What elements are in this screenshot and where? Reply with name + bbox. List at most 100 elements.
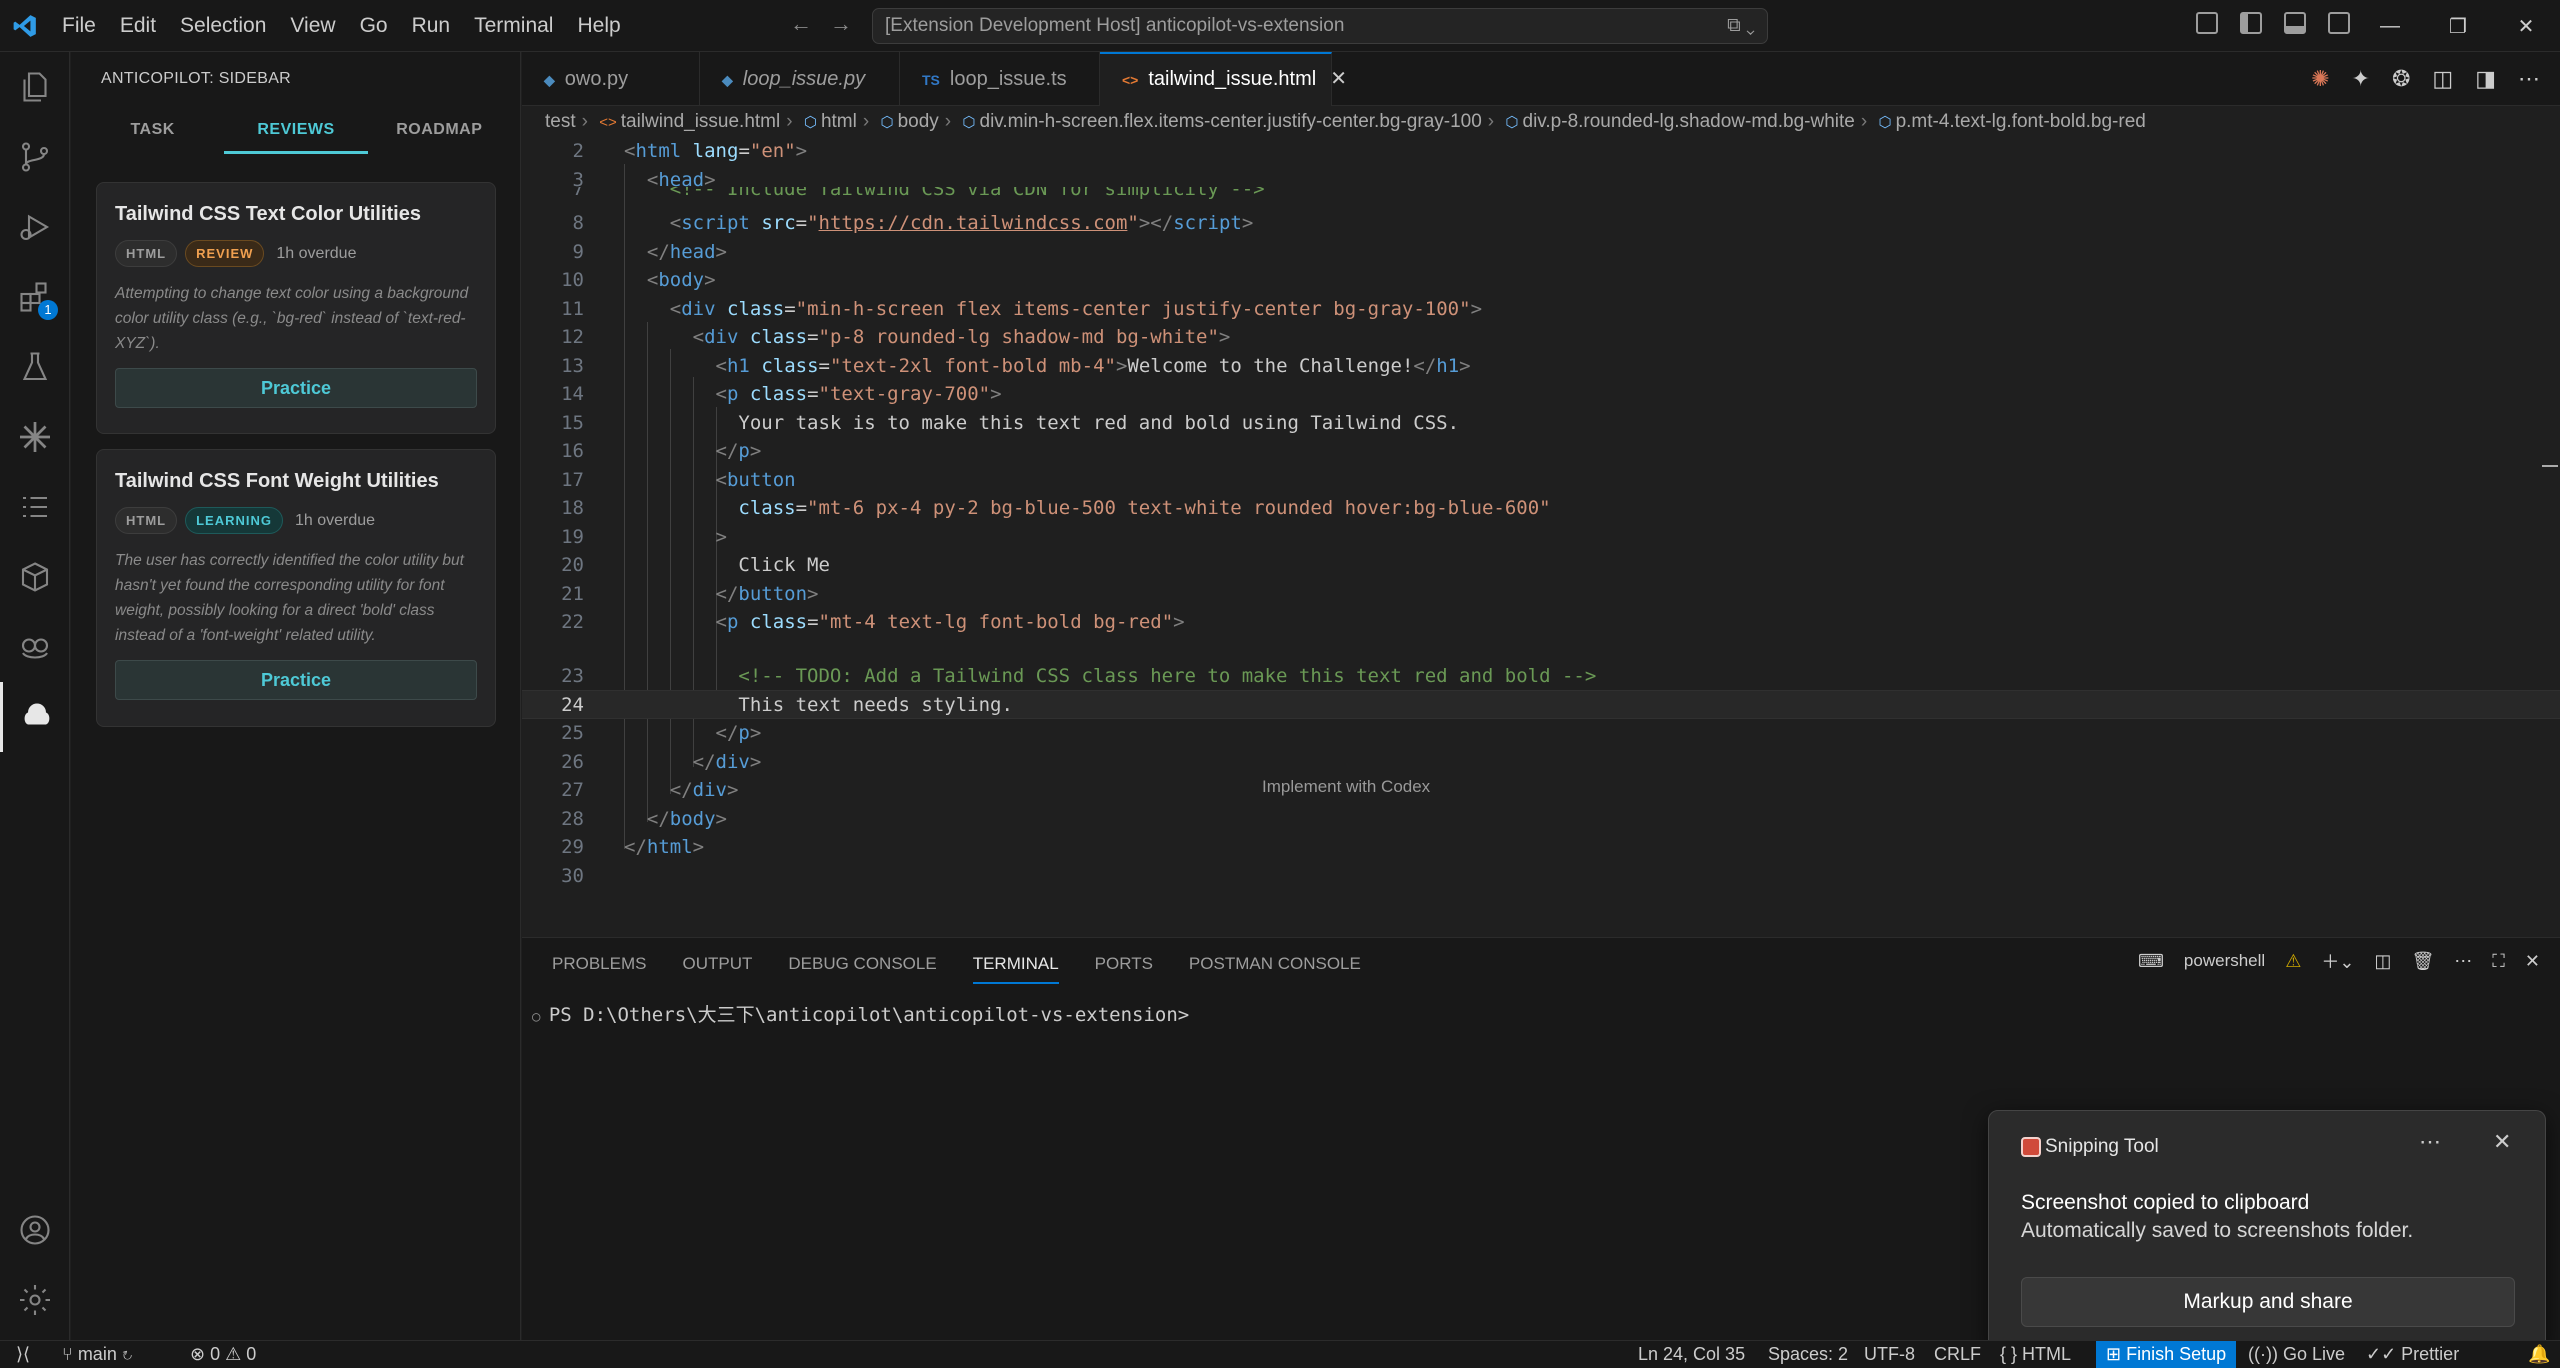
- tab-roadmap[interactable]: ROADMAP: [368, 110, 511, 154]
- go-live-button[interactable]: ((·)) Go Live: [2248, 1341, 2345, 1368]
- breadcrumb-item[interactable]: tailwind_issue.html: [621, 111, 780, 132]
- more-actions-icon[interactable]: ⋯: [2518, 66, 2540, 92]
- tab-reviews[interactable]: REVIEWS: [224, 110, 368, 154]
- warning-icon: ⚠: [2285, 950, 2302, 971]
- code-line: 28 </body>: [561, 807, 727, 830]
- finish-setup-label: Finish Setup: [2126, 1344, 2227, 1364]
- tab-loop-issue-py[interactable]: ◆ loop_issue.py: [700, 52, 900, 106]
- card-title: Tailwind CSS Font Weight Utilities: [115, 470, 439, 492]
- tab-ports[interactable]: PORTS: [1095, 952, 1153, 984]
- breadcrumb-item[interactable]: p.mt-4.text-lg.font-bold.bg-red: [1896, 111, 2146, 132]
- menu-terminal[interactable]: Terminal: [462, 0, 565, 52]
- language-mode[interactable]: { } HTML: [2000, 1341, 2071, 1368]
- shell-name[interactable]: powershell: [2184, 951, 2265, 971]
- split-terminal-icon[interactable]: ◫: [2374, 951, 2391, 972]
- practice-button[interactable]: Practice: [115, 368, 477, 408]
- split-editor-icon[interactable]: ◨: [2475, 66, 2496, 92]
- menu-file[interactable]: File: [50, 0, 108, 52]
- breadcrumb-item[interactable]: div.min-h-screen.flex.items-center.justi…: [980, 111, 1482, 132]
- new-terminal-icon[interactable]: ＋⌄: [2321, 948, 2354, 974]
- problems-indicator[interactable]: ⊗ 0 ⚠ 0: [190, 1341, 256, 1368]
- toggle-secondary-sidebar-icon[interactable]: [2328, 12, 2350, 34]
- anticopilot-sidebar: ANTICOPILOT: SIDEBAR TASK REVIEWS ROADMA…: [71, 52, 521, 1340]
- toggle-primary-sidebar-icon[interactable]: [2240, 12, 2262, 34]
- run-debug-icon[interactable]: [0, 192, 70, 262]
- encoding[interactable]: UTF-8: [1864, 1341, 1915, 1368]
- containers-cube-icon[interactable]: [0, 542, 70, 612]
- close-window-icon[interactable]: ✕: [2492, 0, 2560, 52]
- code-line: 23 <!-- TODO: Add a Tailwind CSS class h…: [561, 665, 1597, 687]
- tab-task[interactable]: TASK: [81, 110, 224, 154]
- code-line: 29 </html>: [561, 836, 705, 858]
- explorer-icon[interactable]: [0, 52, 70, 122]
- open-preview-icon[interactable]: ◫: [2432, 66, 2453, 92]
- code-line: 27 </div>: [561, 779, 739, 801]
- menu-help[interactable]: Help: [565, 0, 632, 52]
- source-control-icon[interactable]: [0, 122, 70, 192]
- remote-icon[interactable]: ⟩⟨: [16, 1341, 30, 1368]
- task-list-icon[interactable]: [0, 472, 70, 542]
- element-symbol-icon: ⬡: [1878, 114, 1892, 131]
- copilot-chevron-icon[interactable]: ⧉ ⌄: [1727, 9, 1755, 43]
- maximize-panel-icon[interactable]: ⛶: [2492, 951, 2505, 972]
- minimize-icon[interactable]: —: [2356, 0, 2424, 52]
- tab-loop-issue-ts[interactable]: TS loop_issue.ts: [900, 52, 1100, 106]
- breadcrumb-item[interactable]: div.p-8.rounded-lg.shadow-md.bg-white: [1523, 111, 1855, 132]
- terminal-prompt: PS D:\Others\大三下\anticopilot\anticopilot…: [548, 1004, 1190, 1026]
- terminal-icon: ⌨: [2137, 950, 2164, 971]
- cursor-position[interactable]: Ln 24, Col 35: [1638, 1341, 1745, 1368]
- breadcrumb-item[interactable]: body: [898, 111, 939, 132]
- branch-indicator[interactable]: ⑂ main ↻: [62, 1341, 133, 1368]
- more-options-icon[interactable]: ⋯: [2419, 1129, 2441, 1155]
- copilot-icon[interactable]: [0, 612, 70, 682]
- tab-label: owo.py: [564, 68, 629, 90]
- prettier-status[interactable]: ✓✓ Prettier: [2366, 1341, 2459, 1368]
- sparkle-icon[interactable]: ✦: [2352, 66, 2370, 92]
- extensions-icon[interactable]: 1: [0, 262, 70, 332]
- line-ending[interactable]: CRLF: [1934, 1341, 1981, 1368]
- markup-and-share-button[interactable]: Markup and share: [2021, 1277, 2515, 1327]
- claude-icon[interactable]: ✺: [2311, 66, 2329, 92]
- menu-run[interactable]: Run: [400, 0, 463, 52]
- customize-layout-icon[interactable]: [2196, 12, 2218, 34]
- indentation[interactable]: Spaces: 2: [1768, 1341, 1848, 1368]
- code-editor[interactable]: 2 <html lang="en"> 3 <head> 7 <!-- Includ…: [522, 137, 2560, 937]
- tab-owo-py[interactable]: ◆ owo.py: [522, 52, 700, 106]
- forward-arrow-icon[interactable]: →: [830, 11, 852, 37]
- notifications-bell-icon[interactable]: 🔔: [2528, 1341, 2550, 1368]
- trash-icon[interactable]: 🗑: [2411, 951, 2434, 972]
- tab-debug-console[interactable]: DEBUG CONSOLE: [788, 952, 936, 984]
- finish-setup-button[interactable]: ⊞ Finish Setup: [2096, 1341, 2237, 1368]
- restore-icon[interactable]: ❐: [2424, 0, 2492, 52]
- breadcrumb-item[interactable]: test: [545, 111, 576, 132]
- openai-icon[interactable]: ❂: [2392, 66, 2410, 92]
- account-icon[interactable]: [0, 1195, 70, 1265]
- menu-selection[interactable]: Selection: [168, 0, 278, 52]
- testing-flask-icon[interactable]: [0, 332, 70, 402]
- menu-go[interactable]: Go: [348, 0, 400, 52]
- close-panel-icon[interactable]: ✕: [2525, 951, 2540, 972]
- tab-terminal[interactable]: TERMINAL: [972, 952, 1059, 984]
- menu-edit[interactable]: Edit: [108, 0, 168, 52]
- more-actions-icon[interactable]: ⋯: [2454, 951, 2472, 972]
- tab-tailwind-issue-html[interactable]: <> tailwind_issue.html ✕: [1100, 52, 1347, 106]
- card-title: Tailwind CSS Text Color Utilities: [115, 203, 421, 225]
- anticopilot-icon[interactable]: [0, 682, 70, 752]
- settings-gear-icon[interactable]: [0, 1265, 70, 1335]
- practice-button[interactable]: Practice: [115, 660, 477, 700]
- toggle-panel-icon[interactable]: [2284, 12, 2306, 34]
- terminal-output[interactable]: ○ PS D:\Others\大三下\anticopilot\anticopil…: [532, 1000, 1189, 1027]
- typescript-file-icon: TS: [922, 72, 940, 88]
- tab-postman-console[interactable]: POSTMAN CONSOLE: [1189, 952, 1361, 984]
- back-arrow-icon[interactable]: ←: [790, 11, 812, 37]
- tab-problems[interactable]: PROBLEMS: [552, 952, 646, 984]
- tab-output[interactable]: OUTPUT: [682, 952, 752, 984]
- menu-view[interactable]: View: [278, 0, 347, 52]
- claude-burst-icon[interactable]: [0, 402, 70, 472]
- breadcrumb-item[interactable]: html: [821, 111, 857, 132]
- sync-icon: ↻: [121, 1344, 133, 1364]
- code-line: 15 Your task is to make this text red an…: [561, 411, 1460, 434]
- close-tab-icon[interactable]: ✕: [1330, 68, 1347, 90]
- close-icon[interactable]: ✕: [2493, 1129, 2511, 1155]
- command-center[interactable]: [Extension Development Host] anticopilot…: [872, 8, 1768, 44]
